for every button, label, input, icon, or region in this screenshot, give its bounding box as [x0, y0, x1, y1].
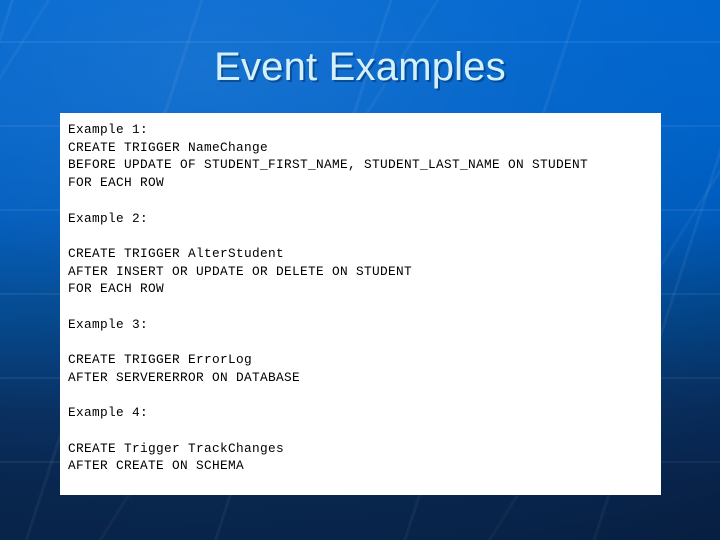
trigger-examples-code: Example 1: CREATE TRIGGER NameChange BEF…: [68, 122, 588, 474]
presentation-slide: Event Examples Example 1: CREATE TRIGGER…: [0, 0, 720, 540]
slide-title: Event Examples: [214, 45, 506, 89]
code-panel: Example 1: CREATE TRIGGER NameChange BEF…: [60, 113, 661, 495]
